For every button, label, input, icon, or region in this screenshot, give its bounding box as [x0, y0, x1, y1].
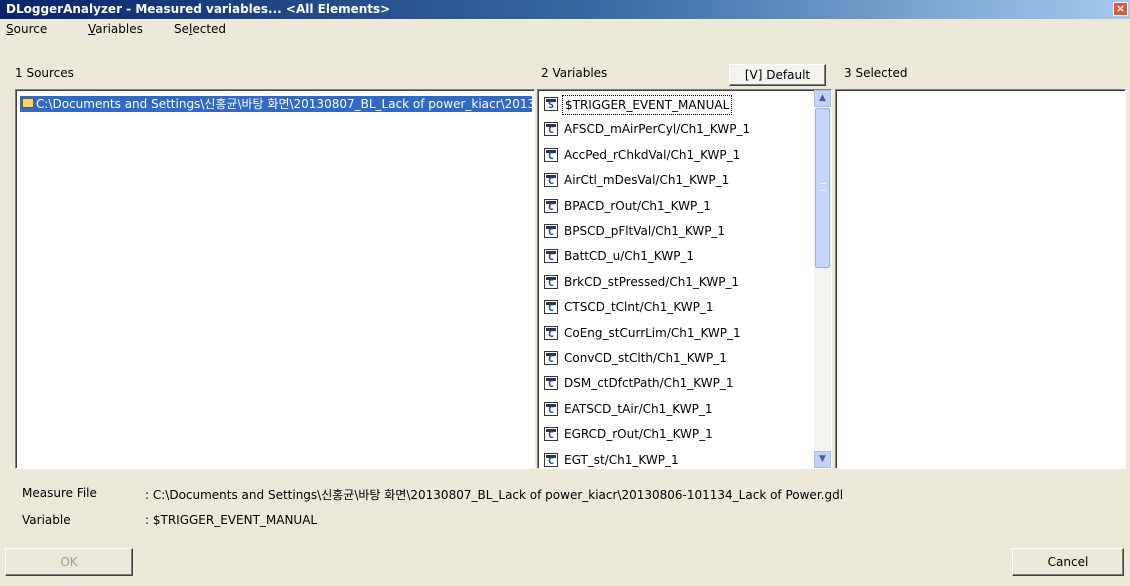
- variable-name: AccPed_rChkdVal/Ch1_KWP_1: [564, 147, 741, 162]
- channel-variable-icon: C: [544, 452, 558, 467]
- measure-file-label: Measure File: [22, 486, 97, 500]
- channel-variable-icon: C: [544, 122, 558, 137]
- variables-panel[interactable]: S $TRIGGER_EVENT_MANUAL C AFSCD_mAirPerCyl/…: [537, 89, 832, 469]
- variable-item[interactable]: C EGT_st/Ch1_KWP_1: [542, 448, 816, 468]
- variable-name: BPACD_rOut/Ch1_KWP_1: [564, 198, 711, 213]
- variable-item[interactable]: C ConvCD_stClth/Ch1_KWP_1: [542, 346, 816, 370]
- variable-item[interactable]: C CTSCD_tClnt/Ch1_KWP_1: [542, 295, 816, 319]
- variable-name: AFSCD_mAirPerCyl/Ch1_KWP_1: [564, 122, 751, 137]
- variable-item[interactable]: C AirCtl_mDesVal/Ch1_KWP_1: [542, 168, 816, 192]
- variable-name: EATSCD_tAir/Ch1_KWP_1: [564, 401, 713, 416]
- variables-scrollbar[interactable]: ▲ ▼: [814, 90, 831, 468]
- variable-name: BPSCD_pFltVal/Ch1_KWP_1: [564, 224, 726, 238]
- menu-bar: Source Variables Selected: [0, 19, 1130, 39]
- window-title-bar: DLoggerAnalyzer - Measured variables... …: [0, 0, 1130, 19]
- channel-variable-icon: C: [544, 427, 558, 442]
- menu-source-rest: ource: [13, 22, 48, 36]
- variable-name: BrkCD_stPressed/Ch1_KWP_1: [564, 274, 740, 289]
- menu-selected-rest: ected: [192, 22, 227, 36]
- channel-variable-icon: C: [544, 147, 558, 162]
- variable-name: CTSCD_tClnt/Ch1_KWP_1: [564, 300, 714, 315]
- channel-variable-icon: C: [544, 401, 558, 416]
- folder-icon: [22, 98, 34, 108]
- channel-variable-icon: C: [544, 325, 558, 340]
- cancel-label: Cancel: [1047, 555, 1089, 569]
- scroll-up-icon[interactable]: ▲: [814, 90, 831, 107]
- channel-variable-icon: C: [544, 300, 558, 315]
- channel-variable-icon: C: [544, 198, 558, 213]
- close-icon: ×: [1115, 2, 1126, 15]
- channel-variable-icon: C: [544, 351, 558, 365]
- thumb-grip-icon: [820, 183, 826, 191]
- variable-item[interactable]: C EATSCD_tAir/Ch1_KWP_1: [542, 397, 816, 421]
- sources-header: 1 Sources: [15, 66, 74, 80]
- variable-item[interactable]: C BattCD_u/Ch1_KWP_1: [542, 244, 816, 268]
- variables-header: 2 Variables: [541, 66, 608, 80]
- menu-selected-pre: Se: [174, 22, 189, 36]
- channel-variable-icon: C: [544, 249, 558, 264]
- variable-name: CoEng_stCurrLim/Ch1_KWP_1: [564, 325, 741, 340]
- window-title: DLoggerAnalyzer - Measured variables... …: [6, 2, 391, 16]
- selected-panel[interactable]: [835, 89, 1126, 469]
- source-item[interactable]: C:\Documents and Settings\신홍균\바탕 화면\2013…: [20, 96, 532, 112]
- variable-item[interactable]: C DSM_ctDfctPath/Ch1_KWP_1: [542, 371, 816, 395]
- variable-list[interactable]: S $TRIGGER_EVENT_MANUAL C AFSCD_mAirPerCyl/…: [538, 90, 816, 468]
- variable-item[interactable]: C AFSCD_mAirPerCyl/Ch1_KWP_1: [542, 117, 816, 141]
- scroll-thumb[interactable]: [815, 108, 830, 268]
- variable-item[interactable]: C BPACD_rOut/Ch1_KWP_1: [542, 194, 816, 218]
- menu-variables[interactable]: Variables: [88, 22, 143, 36]
- ok-button[interactable]: OK: [5, 548, 133, 576]
- variable-name: ConvCD_stClth/Ch1_KWP_1: [564, 351, 727, 365]
- variable-name: BattCD_u/Ch1_KWP_1: [564, 249, 695, 264]
- variable-name: EGRCD_rOut/Ch1_KWP_1: [564, 427, 713, 442]
- variable-name: DSM_ctDfctPath/Ch1_KWP_1: [564, 376, 734, 391]
- variable-item[interactable]: C BPSCD_pFltVal/Ch1_KWP_1: [542, 219, 816, 243]
- variable-label: Variable: [22, 513, 71, 527]
- variable-name: AirCtl_mDesVal/Ch1_KWP_1: [564, 173, 730, 188]
- variable-item[interactable]: C EGRCD_rOut/Ch1_KWP_1: [542, 422, 816, 446]
- cancel-button[interactable]: Cancel: [1012, 548, 1124, 576]
- selected-header: 3 Selected: [844, 66, 908, 80]
- variable-item[interactable]: C CoEng_stCurrLim/Ch1_KWP_1: [542, 321, 816, 345]
- variable-name: $TRIGGER_EVENT_MANUAL: [562, 95, 733, 115]
- close-button[interactable]: ×: [1113, 2, 1128, 16]
- menu-selected[interactable]: Selected: [174, 22, 226, 36]
- variable-name: EGT_st/Ch1_KWP_1: [564, 452, 679, 467]
- variable-item[interactable]: S $TRIGGER_EVENT_MANUAL: [542, 92, 816, 116]
- scroll-down-icon[interactable]: ▼: [814, 451, 831, 468]
- source-item-label: C:\Documents and Settings\신홍균\바탕 화면\2013…: [36, 97, 532, 111]
- menu-source[interactable]: Source: [6, 22, 47, 36]
- menu-variables-rest: ariables: [95, 22, 143, 36]
- sources-panel[interactable]: C:\Documents and Settings\신홍균\바탕 화면\2013…: [15, 89, 535, 469]
- channel-variable-icon: C: [544, 224, 558, 238]
- string-variable-icon: S: [544, 97, 558, 111]
- channel-variable-icon: C: [544, 274, 558, 289]
- default-button[interactable]: [V] Default: [729, 64, 826, 86]
- channel-variable-icon: C: [544, 376, 558, 391]
- menu-source-mnemonic: S: [6, 22, 14, 36]
- channel-variable-icon: C: [544, 173, 558, 188]
- variable-value: : $TRIGGER_EVENT_MANUAL: [145, 513, 318, 527]
- variable-item[interactable]: C BrkCD_stPressed/Ch1_KWP_1: [542, 270, 816, 294]
- measure-file-value: : C:\Documents and Settings\신홍균\바탕 화면\20…: [145, 488, 844, 502]
- variable-item[interactable]: C AccPed_rChkdVal/Ch1_KWP_1: [542, 143, 816, 167]
